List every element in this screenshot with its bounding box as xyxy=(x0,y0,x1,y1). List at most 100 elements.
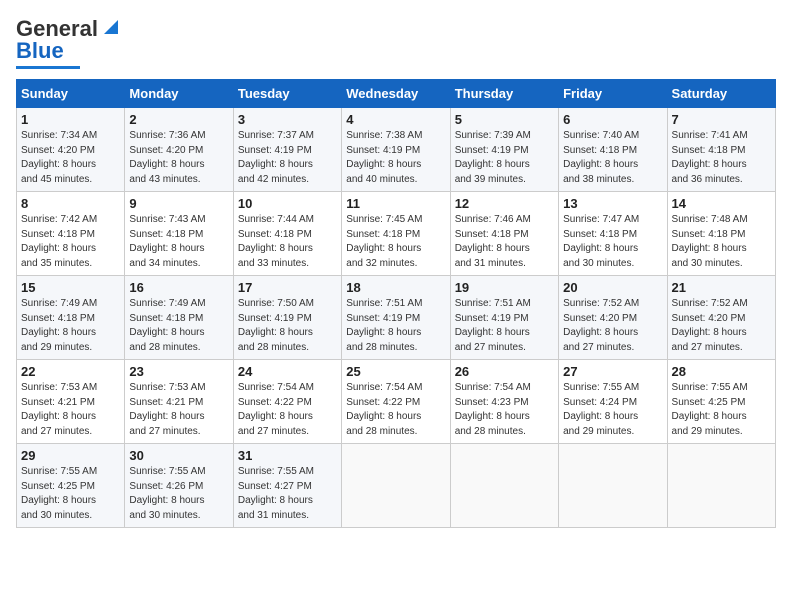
calendar-cell: 19 Sunrise: 7:51 AM Sunset: 4:19 PM Dayli… xyxy=(450,276,558,360)
calendar-cell: 4 Sunrise: 7:38 AM Sunset: 4:19 PM Daylig… xyxy=(342,108,450,192)
calendar-cell xyxy=(559,444,667,528)
calendar-cell: 12 Sunrise: 7:46 AM Sunset: 4:18 PM Dayli… xyxy=(450,192,558,276)
day-info: Sunrise: 7:49 AM Sunset: 4:18 PM Dayligh… xyxy=(21,297,120,355)
day-number: 14 xyxy=(672,196,771,211)
calendar-week-row: 22 Sunrise: 7:53 AM Sunset: 4:21 PM Dayli… xyxy=(17,360,776,444)
calendar-cell: 3 Sunrise: 7:37 AM Sunset: 4:19 PM Daylig… xyxy=(233,108,341,192)
day-number: 12 xyxy=(455,196,554,211)
calendar-cell: 10 Sunrise: 7:44 AM Sunset: 4:18 PM Dayli… xyxy=(233,192,341,276)
day-number: 13 xyxy=(563,196,662,211)
day-info: Sunrise: 7:39 AM Sunset: 4:19 PM Dayligh… xyxy=(455,129,554,187)
day-info: Sunrise: 7:55 AM Sunset: 4:26 PM Dayligh… xyxy=(129,465,228,523)
day-number: 25 xyxy=(346,364,445,379)
day-info: Sunrise: 7:34 AM Sunset: 4:20 PM Dayligh… xyxy=(21,129,120,187)
calendar-cell: 23 Sunrise: 7:53 AM Sunset: 4:21 PM Dayli… xyxy=(125,360,233,444)
day-info: Sunrise: 7:50 AM Sunset: 4:19 PM Dayligh… xyxy=(238,297,337,355)
calendar-week-row: 29 Sunrise: 7:55 AM Sunset: 4:25 PM Dayli… xyxy=(17,444,776,528)
calendar-cell xyxy=(450,444,558,528)
day-info: Sunrise: 7:47 AM Sunset: 4:18 PM Dayligh… xyxy=(563,213,662,271)
column-header-monday: Monday xyxy=(125,80,233,108)
header: General Blue xyxy=(16,16,776,69)
day-number: 23 xyxy=(129,364,228,379)
day-number: 27 xyxy=(563,364,662,379)
logo-underline xyxy=(16,66,80,69)
calendar-cell: 6 Sunrise: 7:40 AM Sunset: 4:18 PM Daylig… xyxy=(559,108,667,192)
day-info: Sunrise: 7:38 AM Sunset: 4:19 PM Dayligh… xyxy=(346,129,445,187)
day-info: Sunrise: 7:54 AM Sunset: 4:22 PM Dayligh… xyxy=(238,381,337,439)
day-info: Sunrise: 7:55 AM Sunset: 4:25 PM Dayligh… xyxy=(21,465,120,523)
day-number: 29 xyxy=(21,448,120,463)
day-info: Sunrise: 7:40 AM Sunset: 4:18 PM Dayligh… xyxy=(563,129,662,187)
calendar-cell: 31 Sunrise: 7:55 AM Sunset: 4:27 PM Dayli… xyxy=(233,444,341,528)
column-header-thursday: Thursday xyxy=(450,80,558,108)
calendar-week-row: 15 Sunrise: 7:49 AM Sunset: 4:18 PM Dayli… xyxy=(17,276,776,360)
calendar-cell: 16 Sunrise: 7:49 AM Sunset: 4:18 PM Dayli… xyxy=(125,276,233,360)
day-number: 6 xyxy=(563,112,662,127)
calendar-week-row: 8Sunrise: 7:42 AM Sunset: 4:18 PM Daylig… xyxy=(17,192,776,276)
day-number: 30 xyxy=(129,448,228,463)
day-number: 5 xyxy=(455,112,554,127)
day-number: 21 xyxy=(672,280,771,295)
day-info: Sunrise: 7:36 AM Sunset: 4:20 PM Dayligh… xyxy=(129,129,228,187)
calendar-cell: 7 Sunrise: 7:41 AM Sunset: 4:18 PM Daylig… xyxy=(667,108,775,192)
calendar-cell: 2 Sunrise: 7:36 AM Sunset: 4:20 PM Daylig… xyxy=(125,108,233,192)
calendar-cell: 22 Sunrise: 7:53 AM Sunset: 4:21 PM Dayli… xyxy=(17,360,125,444)
day-number: 11 xyxy=(346,196,445,211)
logo: General Blue xyxy=(16,16,122,69)
calendar-table: SundayMondayTuesdayWednesdayThursdayFrid… xyxy=(16,79,776,528)
column-header-tuesday: Tuesday xyxy=(233,80,341,108)
calendar-cell: 1 Sunrise: 7:34 AM Sunset: 4:20 PM Daylig… xyxy=(17,108,125,192)
day-info: Sunrise: 7:48 AM Sunset: 4:18 PM Dayligh… xyxy=(672,213,771,271)
day-number: 31 xyxy=(238,448,337,463)
calendar-cell: 18Sunrise: 7:51 AM Sunset: 4:19 PM Dayli… xyxy=(342,276,450,360)
day-info: Sunrise: 7:51 AM Sunset: 4:19 PM Dayligh… xyxy=(455,297,554,355)
day-number: 7 xyxy=(672,112,771,127)
day-info: Sunrise: 7:55 AM Sunset: 4:27 PM Dayligh… xyxy=(238,465,337,523)
day-info: Sunrise: 7:53 AM Sunset: 4:21 PM Dayligh… xyxy=(21,381,120,439)
logo-arrow-icon xyxy=(100,16,122,38)
calendar-cell: 14 Sunrise: 7:48 AM Sunset: 4:18 PM Dayli… xyxy=(667,192,775,276)
calendar-cell xyxy=(667,444,775,528)
calendar-cell: 8Sunrise: 7:42 AM Sunset: 4:18 PM Daylig… xyxy=(17,192,125,276)
calendar-cell: 21Sunrise: 7:52 AM Sunset: 4:20 PM Dayli… xyxy=(667,276,775,360)
day-info: Sunrise: 7:53 AM Sunset: 4:21 PM Dayligh… xyxy=(129,381,228,439)
calendar-cell: 5 Sunrise: 7:39 AM Sunset: 4:19 PM Daylig… xyxy=(450,108,558,192)
calendar-cell xyxy=(342,444,450,528)
day-info: Sunrise: 7:44 AM Sunset: 4:18 PM Dayligh… xyxy=(238,213,337,271)
day-number: 15 xyxy=(21,280,120,295)
column-header-friday: Friday xyxy=(559,80,667,108)
day-number: 22 xyxy=(21,364,120,379)
day-info: Sunrise: 7:52 AM Sunset: 4:20 PM Dayligh… xyxy=(563,297,662,355)
day-number: 28 xyxy=(672,364,771,379)
calendar-cell: 28Sunrise: 7:55 AM Sunset: 4:25 PM Dayli… xyxy=(667,360,775,444)
day-info: Sunrise: 7:45 AM Sunset: 4:18 PM Dayligh… xyxy=(346,213,445,271)
calendar-cell: 13 Sunrise: 7:47 AM Sunset: 4:18 PM Dayli… xyxy=(559,192,667,276)
calendar-cell: 24 Sunrise: 7:54 AM Sunset: 4:22 PM Dayli… xyxy=(233,360,341,444)
page-container: General Blue SundayMondayTuesdayWednesda… xyxy=(0,0,792,538)
calendar-cell: 29 Sunrise: 7:55 AM Sunset: 4:25 PM Dayli… xyxy=(17,444,125,528)
calendar-week-row: 1 Sunrise: 7:34 AM Sunset: 4:20 PM Daylig… xyxy=(17,108,776,192)
calendar-cell: 11 Sunrise: 7:45 AM Sunset: 4:18 PM Dayli… xyxy=(342,192,450,276)
day-info: Sunrise: 7:41 AM Sunset: 4:18 PM Dayligh… xyxy=(672,129,771,187)
day-info: Sunrise: 7:46 AM Sunset: 4:18 PM Dayligh… xyxy=(455,213,554,271)
calendar-cell: 15 Sunrise: 7:49 AM Sunset: 4:18 PM Dayli… xyxy=(17,276,125,360)
calendar-cell: 20Sunrise: 7:52 AM Sunset: 4:20 PM Dayli… xyxy=(559,276,667,360)
day-number: 24 xyxy=(238,364,337,379)
day-number: 2 xyxy=(129,112,228,127)
calendar-cell: 9Sunrise: 7:43 AM Sunset: 4:18 PM Daylig… xyxy=(125,192,233,276)
column-header-wednesday: Wednesday xyxy=(342,80,450,108)
day-number: 16 xyxy=(129,280,228,295)
day-info: Sunrise: 7:49 AM Sunset: 4:18 PM Dayligh… xyxy=(129,297,228,355)
calendar-cell: 25Sunrise: 7:54 AM Sunset: 4:22 PM Dayli… xyxy=(342,360,450,444)
day-number: 3 xyxy=(238,112,337,127)
day-number: 4 xyxy=(346,112,445,127)
day-number: 1 xyxy=(21,112,120,127)
column-header-sunday: Sunday xyxy=(17,80,125,108)
day-info: Sunrise: 7:55 AM Sunset: 4:24 PM Dayligh… xyxy=(563,381,662,439)
logo-text-blue: Blue xyxy=(16,38,64,64)
day-number: 17 xyxy=(238,280,337,295)
day-number: 19 xyxy=(455,280,554,295)
day-info: Sunrise: 7:37 AM Sunset: 4:19 PM Dayligh… xyxy=(238,129,337,187)
day-number: 10 xyxy=(238,196,337,211)
day-number: 8 xyxy=(21,196,120,211)
